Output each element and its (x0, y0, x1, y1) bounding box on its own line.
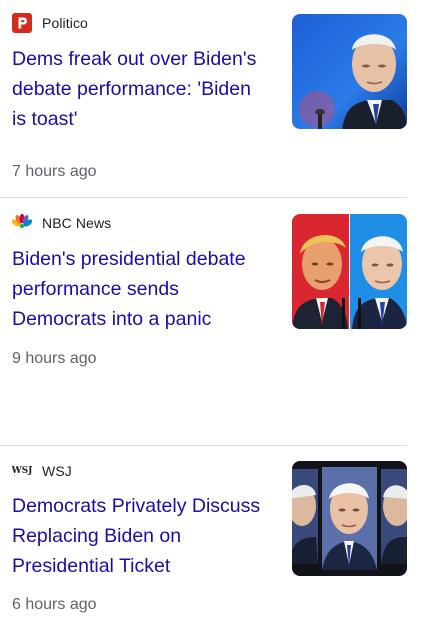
headline-line: Dems freak out over Biden's (12, 48, 257, 70)
wsj-logo-text: WSJ (11, 466, 33, 476)
article-thumbnail[interactable] (292, 461, 407, 576)
politico-logo-icon (12, 13, 32, 33)
headline-link[interactable]: Dems freak out over Biden's debate perfo… (12, 44, 274, 134)
news-card-politico[interactable]: Politico Dems freak out over Biden's deb… (0, 0, 428, 197)
article-thumbnail[interactable] (292, 14, 407, 129)
headline-line: Replacing Biden on (12, 525, 182, 547)
headline-line: Democrats Privately Discuss (12, 495, 261, 517)
news-card-wsj[interactable]: WSJ WSJ Democrats Privately Discuss Repl… (0, 446, 428, 625)
news-card-nbc[interactable]: NBC News Biden's presidential debate per… (0, 198, 428, 445)
headline-line: debate performance: 'Biden (12, 78, 251, 100)
source-row: Politico (12, 13, 88, 33)
headline-line: performance sends (12, 278, 179, 300)
nbc-peacock-icon (12, 213, 32, 233)
headline-line: Biden's presidential debate (12, 248, 246, 270)
source-name: WSJ (42, 463, 72, 479)
headline-link[interactable]: Biden's presidential debate performance … (12, 244, 274, 334)
source-row: NBC News (12, 213, 111, 233)
source-name: NBC News (42, 215, 112, 231)
headline-link[interactable]: Democrats Privately Discuss Replacing Bi… (12, 491, 274, 581)
headline-line: Democrats into a panic (12, 308, 212, 330)
timestamp: 9 hours ago (12, 350, 97, 367)
source-name: Politico (42, 15, 88, 31)
wsj-logo-icon: WSJ (11, 461, 33, 481)
headline-line: is toast' (12, 108, 78, 130)
timestamp: 6 hours ago (12, 596, 97, 613)
source-row: WSJ WSJ (12, 461, 72, 481)
article-thumbnail[interactable] (292, 214, 407, 329)
headline-line: Presidential Ticket (12, 555, 171, 577)
timestamp: 7 hours ago (12, 163, 97, 180)
